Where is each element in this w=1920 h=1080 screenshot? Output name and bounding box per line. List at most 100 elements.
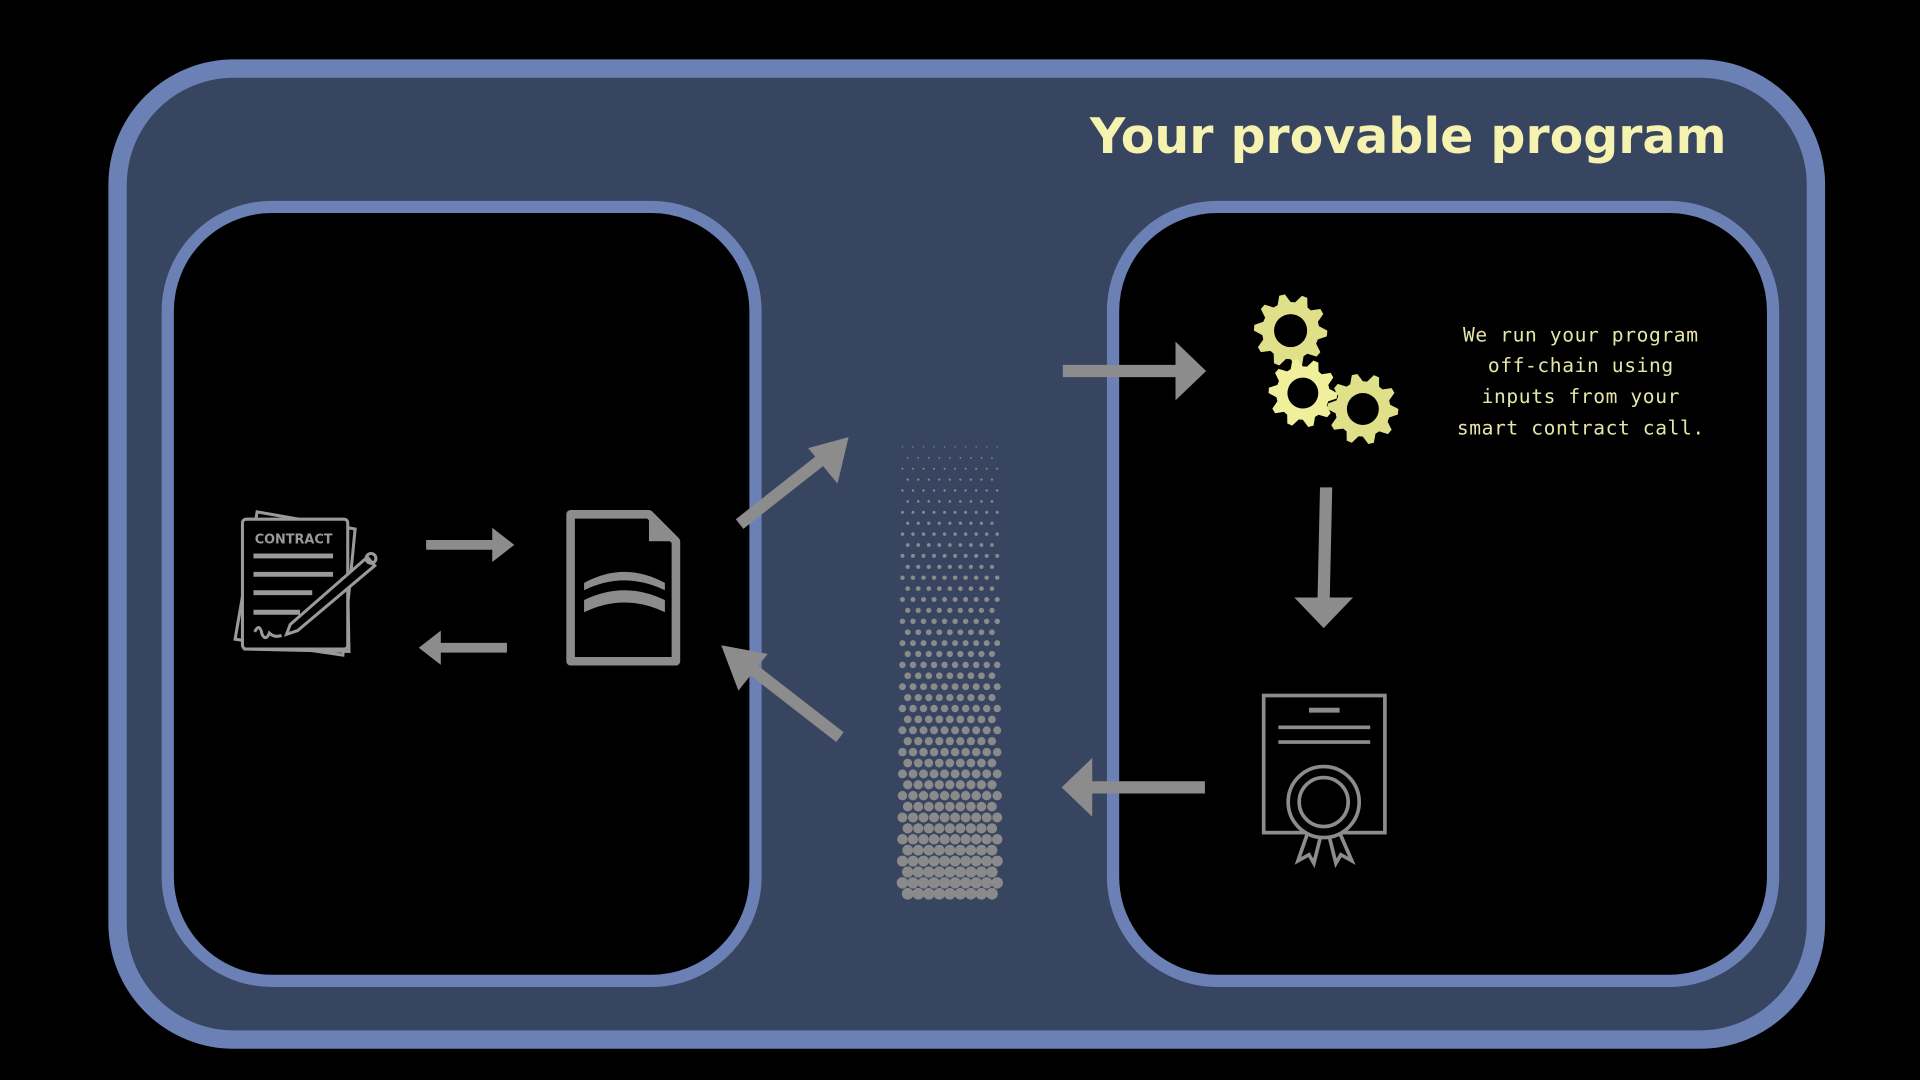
halftone-dot bbox=[915, 607, 921, 614]
halftone-dot bbox=[994, 640, 1001, 647]
halftone-dot bbox=[912, 866, 924, 878]
halftone-dot bbox=[989, 586, 995, 591]
halftone-dot bbox=[967, 650, 975, 658]
halftone-dot bbox=[981, 855, 993, 867]
halftone-dot bbox=[939, 812, 950, 823]
halftone-dot bbox=[934, 801, 945, 812]
halftone-dot bbox=[904, 629, 911, 636]
halftone-dot bbox=[976, 780, 987, 790]
halftone-dot bbox=[939, 790, 950, 801]
halftone-dot bbox=[909, 704, 917, 713]
halftone-dot bbox=[959, 500, 962, 503]
halftone-dot bbox=[982, 704, 991, 713]
halftone-dot bbox=[938, 478, 941, 481]
halftone-dot bbox=[901, 489, 904, 492]
halftone-dot bbox=[939, 834, 950, 845]
halftone-dot bbox=[950, 790, 960, 801]
halftone-dot bbox=[897, 769, 907, 779]
halftone-dot bbox=[946, 693, 954, 702]
halftone-dot bbox=[995, 489, 999, 492]
halftone-dot bbox=[923, 866, 935, 878]
halftone-dot bbox=[932, 532, 936, 536]
halftone-dot bbox=[934, 823, 945, 834]
halftone-dot bbox=[896, 855, 908, 867]
halftone-dot bbox=[967, 672, 975, 680]
halftone-dot bbox=[942, 553, 947, 558]
halftone-dot bbox=[993, 661, 1001, 669]
halftone-dot bbox=[958, 521, 962, 525]
halftone-dot bbox=[909, 640, 916, 647]
halftone-dot bbox=[992, 747, 1002, 757]
halftone-dot bbox=[949, 834, 961, 845]
halftone-dot bbox=[926, 586, 932, 591]
halftone-dot bbox=[929, 790, 939, 801]
halftone-dot bbox=[903, 715, 912, 724]
halftone-dot bbox=[963, 532, 968, 536]
halftone-dot bbox=[966, 758, 976, 768]
halftone-dot bbox=[910, 618, 916, 625]
halftone-dot bbox=[914, 715, 923, 724]
halftone-dot bbox=[900, 510, 904, 514]
halftone-dot bbox=[902, 866, 914, 878]
halftone-dot bbox=[967, 693, 975, 702]
halftone-dot bbox=[992, 769, 1002, 779]
halftone-dot bbox=[954, 467, 957, 470]
halftone-dot bbox=[995, 553, 1000, 558]
halftone-dot bbox=[948, 456, 951, 459]
halftone-dot bbox=[902, 801, 913, 812]
halftone-dot bbox=[937, 500, 941, 503]
halftone-dot bbox=[937, 543, 942, 547]
halftone-dot bbox=[931, 597, 937, 602]
halftone-dot bbox=[978, 629, 985, 636]
halftone-dot bbox=[929, 747, 939, 757]
title: Your provable program bbox=[1089, 108, 1727, 165]
halftone-dot bbox=[985, 510, 989, 514]
halftone-dot bbox=[922, 467, 925, 470]
halftone-dot bbox=[975, 887, 988, 900]
halftone-dot bbox=[906, 521, 910, 525]
halftone-dot bbox=[970, 834, 982, 845]
halftone-dot bbox=[930, 704, 938, 713]
halftone-dot bbox=[907, 834, 919, 845]
halftone-dot bbox=[987, 780, 997, 790]
halftone-dot bbox=[917, 877, 930, 889]
halftone-dot bbox=[956, 715, 965, 724]
halftone-dot bbox=[985, 467, 988, 470]
halftone-dot bbox=[941, 661, 948, 669]
halftone-dot bbox=[925, 693, 933, 702]
halftone-dot bbox=[943, 887, 956, 900]
halftone-dot bbox=[936, 607, 942, 614]
halftone-dot bbox=[996, 446, 998, 448]
halftone-dot bbox=[905, 564, 910, 569]
halftone-dot bbox=[899, 618, 906, 625]
halftone-dot bbox=[976, 844, 987, 856]
halftone-dot bbox=[957, 650, 964, 658]
halftone-dot bbox=[900, 553, 905, 558]
halftone-dot bbox=[917, 478, 920, 481]
halftone-dot bbox=[970, 877, 982, 889]
halftone-dot bbox=[903, 758, 913, 768]
halftone-dot bbox=[941, 683, 949, 691]
halftone-dot bbox=[994, 575, 1000, 580]
halftone-dot bbox=[927, 521, 931, 525]
halftone-dot bbox=[906, 478, 909, 481]
halftone-dot bbox=[924, 758, 934, 768]
halftone-dot bbox=[916, 521, 920, 525]
halftone-dot bbox=[968, 607, 974, 614]
halftone-dot bbox=[954, 446, 956, 448]
halftone-dot bbox=[898, 704, 907, 713]
halftone-dot bbox=[994, 618, 1000, 625]
halftone-dot bbox=[912, 446, 914, 448]
halftone-dot bbox=[912, 844, 924, 856]
halftone-dot bbox=[978, 650, 985, 658]
halftone-dot bbox=[904, 672, 912, 680]
halftone-dot bbox=[925, 650, 932, 658]
halftone-dot bbox=[977, 693, 986, 702]
halftone-dot bbox=[954, 887, 967, 900]
halftone-dot bbox=[922, 887, 935, 900]
halftone-dot bbox=[899, 640, 906, 647]
halftone-dot bbox=[923, 844, 935, 856]
halftone-dot bbox=[932, 553, 937, 558]
halftone-dot bbox=[951, 726, 960, 735]
halftone-dot bbox=[933, 887, 946, 900]
